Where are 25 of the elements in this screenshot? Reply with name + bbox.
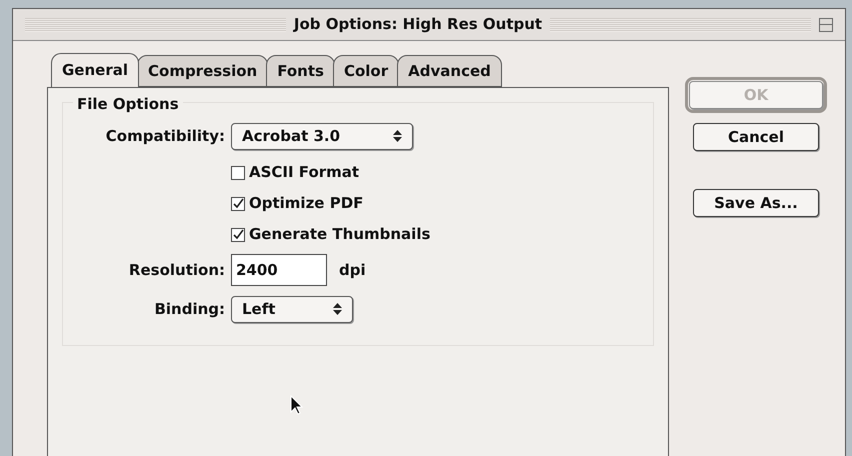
checkbox-label: Optimize PDF xyxy=(249,193,364,214)
tab[interactable]: Fonts xyxy=(266,55,335,87)
tab[interactable]: Compression xyxy=(137,55,268,87)
checkbox-label: Generate Thumbnails xyxy=(249,224,430,246)
binding-popup[interactable]: Left xyxy=(231,296,353,322)
window-title: Job Options: High Res Output xyxy=(294,14,542,36)
stepper-arrows-icon xyxy=(333,303,342,315)
mouse-pointer-icon xyxy=(290,395,303,415)
compatibility-popup[interactable]: Acrobat 3.0 xyxy=(231,122,413,150)
checkbox-label: ASCII Format xyxy=(249,162,360,184)
checkbox[interactable] xyxy=(231,196,245,210)
dialog-button[interactable]: Save As... xyxy=(693,189,819,217)
checkbox[interactable] xyxy=(231,228,245,242)
field-label: Binding: xyxy=(153,298,226,320)
resolution-field[interactable]: 2400 xyxy=(231,254,327,286)
stepper-arrows-icon xyxy=(393,130,402,142)
checkbox[interactable] xyxy=(231,166,245,180)
unit-label: dpi xyxy=(339,260,366,281)
collapse-box-icon[interactable] xyxy=(819,18,833,32)
tab[interactable]: Advanced xyxy=(397,55,502,87)
tab[interactable]: General xyxy=(51,53,139,87)
field-label: Compatibility: xyxy=(104,126,226,147)
field-label: Resolution: xyxy=(128,260,226,281)
dialog-button[interactable]: Cancel xyxy=(693,123,819,151)
tab[interactable]: Color xyxy=(332,55,400,87)
